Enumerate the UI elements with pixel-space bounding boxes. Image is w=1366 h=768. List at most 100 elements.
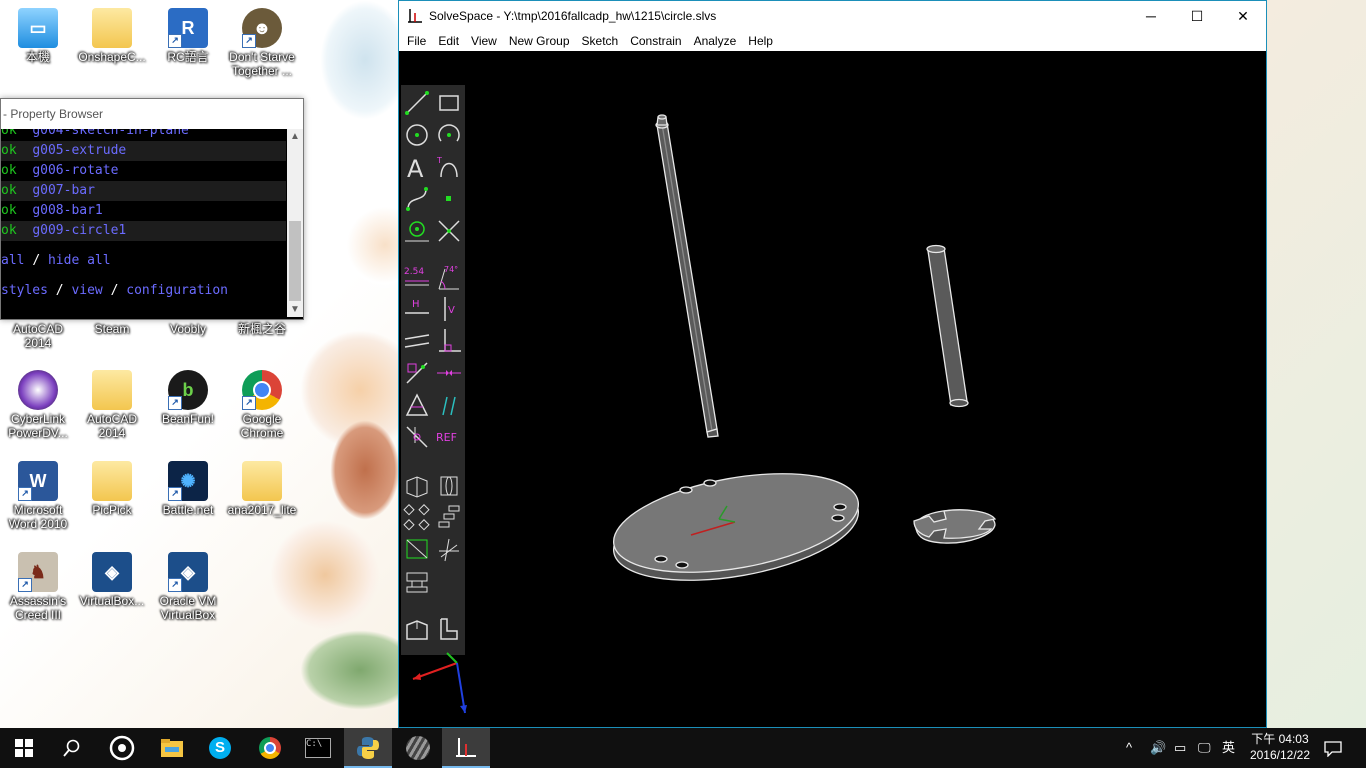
taskbar-app-solvespace[interactable] — [442, 728, 490, 768]
group-link[interactable]: g008-bar1 — [32, 203, 102, 218]
graphics-canvas[interactable]: A T 2.54 74° H V REF — [399, 51, 1266, 727]
group-row[interactable]: ok g008-bar1 — [1, 201, 286, 221]
desktop-icon-beanfun[interactable]: b ↗ BeanFun! — [150, 370, 226, 426]
desktop-icon-voobly[interactable]: Voobly — [150, 322, 226, 336]
desktop-icon-maplestory[interactable]: 新楓之谷 — [224, 322, 300, 336]
step-translate-icon[interactable] — [435, 503, 463, 531]
taskbar-app-chrome[interactable] — [246, 728, 294, 768]
desktop-icon-autocad-folder[interactable]: AutoCAD 2014 — [74, 370, 150, 440]
maximize-button[interactable]: ☐ — [1174, 1, 1220, 31]
step-rotate-icon[interactable] — [403, 503, 431, 531]
desktop-icon-onshape[interactable]: OnshapeC... — [74, 8, 150, 64]
menu-new-group[interactable]: New Group — [503, 31, 576, 51]
import-assembly-icon[interactable] — [403, 567, 431, 595]
workplane-tool-icon[interactable] — [403, 217, 431, 245]
volume-icon[interactable]: 🔊 — [1150, 728, 1166, 768]
extrude-group-icon[interactable] — [403, 471, 431, 499]
group-link[interactable]: g009-circle1 — [32, 223, 126, 238]
sketch-in-3d-icon[interactable] — [435, 535, 463, 563]
hide-all-link[interactable]: hide all — [48, 253, 111, 268]
group-link[interactable]: g005-extrude — [32, 143, 126, 158]
angle-constraint-icon[interactable]: 74° — [435, 263, 463, 291]
system-clock[interactable]: 下午 04:03 2016/12/22 — [1250, 731, 1310, 763]
group-row[interactable]: ok g005-extrude — [1, 141, 286, 161]
title-bar[interactable]: SolveSpace - Y:\tmp\2016fallcadp_hw\1215… — [399, 1, 1266, 31]
battery-icon[interactable]: ▭ — [1174, 728, 1186, 768]
ime-indicator[interactable]: 英 — [1222, 728, 1235, 768]
taskbar-app-globe[interactable] — [394, 728, 442, 768]
taskbar-app-cmd[interactable]: C:\ — [294, 728, 342, 768]
other-constraint-icon[interactable] — [403, 423, 431, 451]
close-button[interactable]: ✕ — [1220, 1, 1266, 31]
desktop-icon-oracle-vm[interactable]: ◈ ↗ Oracle VM VirtualBox — [150, 552, 226, 622]
perpendicular-constraint-icon[interactable] — [435, 327, 463, 355]
taskbar-app-explorer[interactable] — [148, 728, 196, 768]
desktop-icon-picpick[interactable]: PicPick — [74, 461, 150, 517]
desktop-icon-cyberlink[interactable]: CyberLink PowerDV... — [0, 370, 76, 440]
point-on-line-constraint-icon[interactable] — [403, 359, 431, 387]
scroll-down-icon[interactable]: ▼ — [287, 304, 303, 315]
desktop-icon-autocad[interactable]: AutoCAD 2014 — [0, 322, 76, 350]
desktop-icon-ana2017[interactable]: ana2017_lite — [224, 461, 300, 517]
menu-constrain[interactable]: Constrain — [624, 31, 687, 51]
notification-center-icon[interactable] — [1324, 728, 1344, 768]
solvespace-window[interactable]: SolveSpace - Y:\tmp\2016fallcadp_hw\1215… — [398, 0, 1267, 728]
reference-toggle-icon[interactable]: REF — [435, 423, 463, 451]
same-orientation-icon[interactable] — [435, 391, 463, 419]
desktop-icon-virtualbox[interactable]: ◈ VirtualBox... — [74, 552, 150, 608]
split-tool-icon[interactable] — [435, 217, 463, 245]
line-tool-icon[interactable] — [403, 89, 431, 117]
point-tool-icon[interactable] — [435, 185, 463, 213]
property-browser-window[interactable]: - Property Browser ok g004-sketch-in-pla… — [0, 98, 304, 320]
taskbar-app-python[interactable] — [344, 728, 392, 768]
desktop-icon-chrome[interactable]: ↗ Google Chrome — [224, 370, 300, 440]
horizontal-constraint-icon[interactable]: H — [403, 295, 431, 323]
start-button[interactable] — [0, 728, 48, 768]
group-link[interactable]: g007-bar — [32, 183, 95, 198]
configuration-link[interactable]: configuration — [126, 283, 228, 298]
lathe-group-icon[interactable] — [435, 471, 463, 499]
nearest-ortho-view-icon[interactable] — [435, 615, 463, 643]
desktop-icon-battlenet[interactable]: ✺ ↗ Battle.net — [150, 461, 226, 517]
group-row[interactable]: ok g007-bar — [1, 181, 286, 201]
network-icon[interactable]: 🖵 — [1198, 728, 1211, 768]
symmetric-constraint-icon[interactable] — [435, 359, 463, 387]
workplane-group-icon[interactable] — [403, 535, 431, 563]
group-row[interactable]: ok g006-rotate — [1, 161, 286, 181]
group-link[interactable]: g004-sketch-in-plane — [32, 129, 189, 138]
text-tool-icon[interactable]: A — [403, 153, 431, 181]
rectangle-tool-icon[interactable] — [435, 89, 463, 117]
menu-file[interactable]: File — [401, 31, 432, 51]
menu-help[interactable]: Help — [742, 31, 779, 51]
scroll-up-icon[interactable]: ▲ — [287, 131, 303, 142]
search-button[interactable] — [48, 728, 96, 768]
property-browser-scrollbar[interactable]: ▲ ▼ — [287, 129, 303, 317]
desktop-icon-word[interactable]: W ↗ Microsoft Word 2010 — [0, 461, 76, 531]
tangent-arc-tool-icon[interactable]: T — [435, 153, 463, 181]
desktop-icon-dont-starve[interactable]: ☻ ↗ Don't Starve Together ... — [224, 8, 300, 78]
desktop-icon-rc[interactable]: R ↗ RC語言 — [150, 8, 226, 64]
minimize-button[interactable]: ─ — [1128, 1, 1174, 31]
desktop-icon-this-pc[interactable]: ▭ 本機 — [0, 8, 76, 64]
spline-tool-icon[interactable] — [403, 185, 431, 213]
show-hidden-icons-button[interactable]: ^ — [1126, 728, 1132, 768]
menu-analyze[interactable]: Analyze — [688, 31, 743, 51]
menu-sketch[interactable]: Sketch — [576, 31, 625, 51]
group-row[interactable]: ok g009-circle1 — [1, 221, 286, 241]
vertical-constraint-icon[interactable]: V — [435, 295, 463, 323]
desktop-icon-assassins-creed[interactable]: ♞ ↗ Assassin's Creed III — [0, 552, 76, 622]
menu-edit[interactable]: Edit — [432, 31, 465, 51]
equal-constraint-icon[interactable] — [403, 391, 431, 419]
arc-tool-icon[interactable] — [435, 121, 463, 149]
styles-link[interactable]: styles — [1, 283, 48, 298]
menu-view[interactable]: View — [465, 31, 503, 51]
parallel-constraint-icon[interactable] — [403, 327, 431, 355]
taskbar-app-skype[interactable]: S — [196, 728, 244, 768]
group-link[interactable]: g006-rotate — [32, 163, 118, 178]
group-row[interactable]: ok g004-sketch-in-plane — [1, 129, 286, 141]
scrollbar-thumb[interactable] — [289, 221, 301, 301]
distance-constraint-icon[interactable]: 2.54 — [403, 263, 431, 291]
nearest-iso-view-icon[interactable] — [403, 615, 431, 643]
taskbar-app-media[interactable] — [98, 728, 146, 768]
circle-tool-icon[interactable] — [403, 121, 431, 149]
